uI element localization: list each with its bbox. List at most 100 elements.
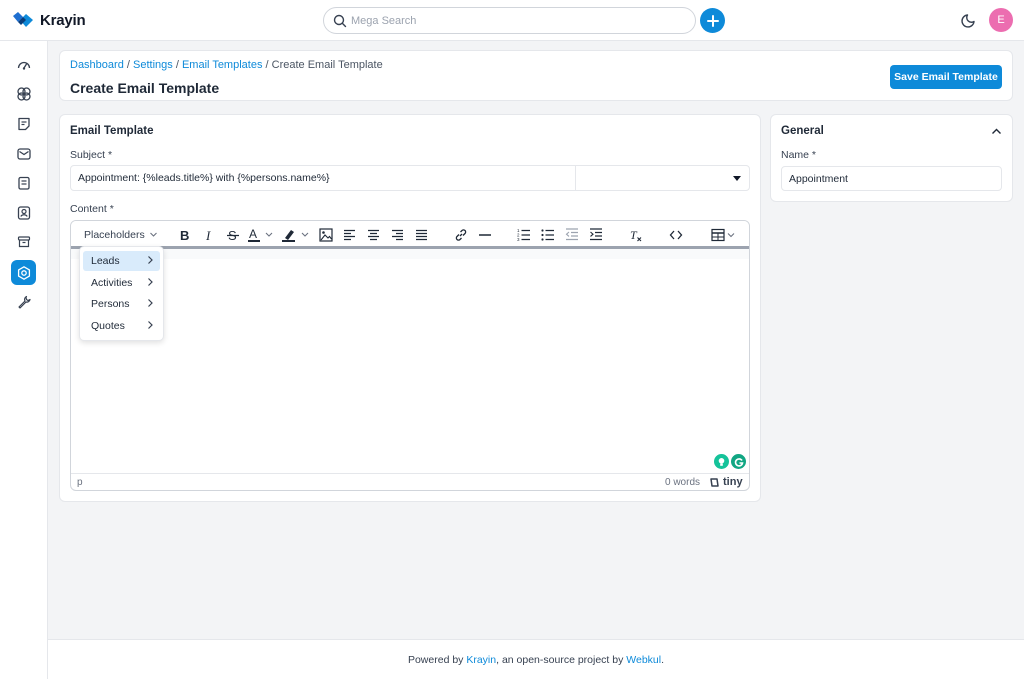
lightbulb-icon bbox=[718, 457, 725, 466]
insert-link-button[interactable] bbox=[454, 226, 468, 243]
breadcrumb: Dashboard / Settings / Email Templates /… bbox=[70, 59, 383, 71]
bold-icon: B bbox=[180, 228, 189, 242]
dark-mode-toggle[interactable] bbox=[961, 12, 977, 28]
placeholder-select[interactable] bbox=[577, 166, 749, 190]
chevron-right-icon bbox=[148, 256, 153, 264]
general-title: General bbox=[781, 125, 824, 137]
caret-down-icon bbox=[733, 176, 741, 181]
breadcrumb-email-templates[interactable]: Email Templates bbox=[182, 59, 263, 71]
rich-text-editor: Placeholders B I S A bbox=[70, 220, 750, 491]
user-avatar[interactable]: E bbox=[989, 8, 1013, 32]
editor-statusbar: p 0 words tiny bbox=[71, 473, 749, 490]
numbered-list-button[interactable]: 123 bbox=[517, 226, 531, 243]
sidebar-item-mail[interactable] bbox=[11, 141, 36, 166]
sidebar-item-leads[interactable] bbox=[11, 81, 36, 106]
bold-button[interactable]: B bbox=[179, 226, 191, 243]
menu-item-label: Quotes bbox=[91, 320, 125, 332]
clear-format-icon: T bbox=[630, 228, 642, 242]
quote-icon bbox=[17, 117, 30, 130]
align-center-button[interactable] bbox=[367, 226, 380, 243]
tiny-logo-icon bbox=[710, 477, 719, 487]
clipboard-icon bbox=[17, 176, 30, 190]
menu-item-label: Leads bbox=[91, 255, 120, 267]
code-icon bbox=[669, 230, 683, 239]
align-right-icon bbox=[392, 229, 403, 240]
subject-input[interactable] bbox=[71, 166, 576, 190]
subject-label: Subject * bbox=[70, 149, 113, 161]
menu-item-label: Persons bbox=[91, 298, 130, 310]
grammarly-icon[interactable] bbox=[731, 454, 746, 469]
svg-text:T: T bbox=[630, 228, 638, 242]
strikethrough-button[interactable]: S bbox=[226, 226, 240, 243]
sidebar-item-activities[interactable] bbox=[11, 170, 36, 195]
grammarly-suggestion-icon[interactable] bbox=[714, 454, 729, 469]
align-left-button[interactable] bbox=[343, 226, 356, 243]
source-code-button[interactable] bbox=[669, 226, 683, 243]
name-label: Name * bbox=[781, 149, 817, 161]
name-input[interactable] bbox=[781, 166, 1002, 191]
chevron-right-icon bbox=[148, 321, 153, 329]
quick-create-button[interactable] bbox=[700, 8, 725, 33]
sidebar-item-contacts[interactable] bbox=[11, 200, 36, 225]
decrease-indent-button[interactable] bbox=[565, 226, 579, 243]
menu-item-label: Activities bbox=[91, 277, 133, 289]
search-input[interactable] bbox=[351, 12, 681, 30]
placeholders-label: Placeholders bbox=[84, 228, 145, 241]
svg-text:B: B bbox=[180, 228, 189, 242]
tiny-branding[interactable]: tiny bbox=[709, 476, 743, 488]
svg-text:3: 3 bbox=[517, 237, 520, 241]
footer-webkul-link[interactable]: Webkul bbox=[626, 654, 661, 666]
increase-indent-button[interactable] bbox=[589, 226, 603, 243]
highlight-color-button[interactable] bbox=[282, 226, 310, 243]
box-icon bbox=[17, 235, 30, 247]
align-justify-icon bbox=[416, 229, 427, 240]
sidebar-item-products[interactable] bbox=[11, 229, 36, 254]
footer-middle: , an open-source project by bbox=[496, 654, 627, 666]
app-name: Krayin bbox=[40, 11, 86, 29]
insert-table-button[interactable] bbox=[711, 226, 737, 243]
outdent-icon bbox=[565, 228, 578, 241]
text-color-button[interactable]: A bbox=[248, 226, 274, 243]
contact-icon bbox=[17, 205, 30, 220]
insert-image-button[interactable] bbox=[319, 226, 333, 243]
chevron-up-icon[interactable] bbox=[991, 127, 1002, 136]
horizontal-line-button[interactable] bbox=[478, 226, 492, 243]
align-justify-button[interactable] bbox=[415, 226, 428, 243]
breadcrumb-separator: / bbox=[126, 59, 130, 71]
general-card: General Name * bbox=[770, 114, 1013, 202]
chevron-right-icon bbox=[148, 278, 153, 286]
clear-formatting-button[interactable]: T bbox=[629, 226, 643, 243]
element-path[interactable]: p bbox=[77, 477, 83, 488]
save-email-template-button[interactable]: Save Email Template bbox=[890, 65, 1002, 89]
bullet-list-button[interactable] bbox=[541, 226, 555, 243]
highlighter-icon bbox=[282, 229, 309, 242]
footer-krayin-link[interactable]: Krayin bbox=[466, 654, 496, 666]
breadcrumb-settings[interactable]: Settings bbox=[133, 59, 173, 71]
placeholders-dropdown: Leads Activities Persons Quotes bbox=[79, 246, 164, 341]
placeholders-menu-button[interactable]: Placeholders bbox=[84, 226, 158, 243]
sidebar-item-settings[interactable] bbox=[11, 260, 36, 285]
breadcrumb-dashboard[interactable]: Dashboard bbox=[70, 59, 124, 71]
italic-button[interactable]: I bbox=[204, 226, 214, 243]
menu-item-quotes[interactable]: Quotes bbox=[83, 316, 160, 336]
sidebar-item-quotes[interactable] bbox=[11, 111, 36, 136]
menu-item-leads[interactable]: Leads bbox=[83, 251, 160, 271]
footer-prefix: Powered by bbox=[407, 654, 467, 666]
editor-content-area[interactable] bbox=[71, 249, 749, 473]
sidebar-item-configuration[interactable] bbox=[11, 289, 36, 314]
leads-icon bbox=[16, 86, 31, 101]
sidebar-item-dashboard[interactable] bbox=[11, 53, 36, 78]
word-count[interactable]: 0 words bbox=[665, 477, 700, 488]
indent-icon bbox=[590, 228, 602, 241]
bullet-list-icon bbox=[541, 229, 554, 241]
menu-item-activities[interactable]: Activities bbox=[83, 273, 160, 293]
wrench-icon bbox=[17, 295, 31, 309]
mega-search[interactable] bbox=[323, 7, 696, 34]
text-color-icon: A bbox=[248, 227, 273, 242]
subject-field-group bbox=[70, 165, 750, 191]
editor-toolbar: Placeholders B I S A bbox=[71, 221, 749, 249]
logo[interactable]: Krayin bbox=[12, 11, 86, 29]
align-right-button[interactable] bbox=[391, 226, 404, 243]
menu-item-persons[interactable]: Persons bbox=[83, 294, 160, 314]
krayin-logo-icon bbox=[13, 12, 33, 27]
